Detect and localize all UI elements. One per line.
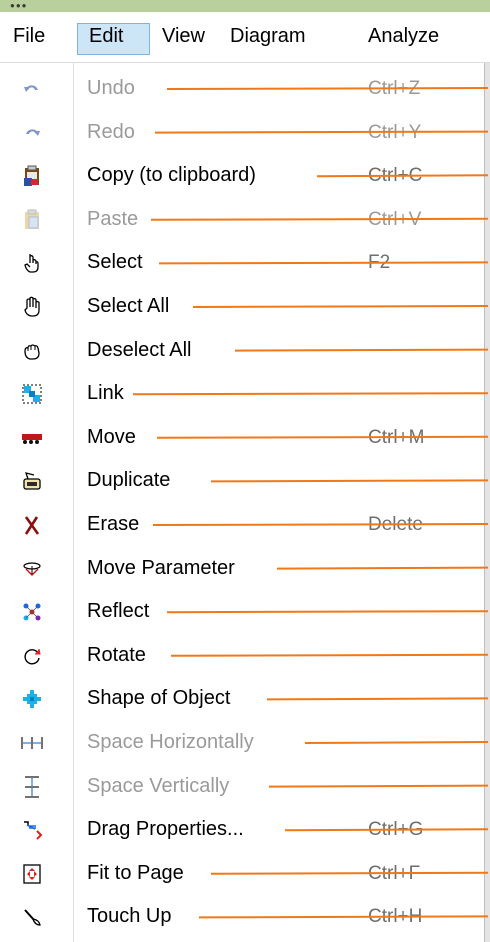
menu-item-label: Rotate <box>87 643 146 666</box>
menu-item-shortcut: Ctrl+Z <box>368 78 421 99</box>
menu-item-shortcut: Ctrl+M <box>368 426 425 448</box>
menu-item-label: Drag Properties... <box>87 818 244 841</box>
menu-item-label: Reflect <box>87 600 150 623</box>
menu-item-deselect-all[interactable]: Deselect All <box>0 329 484 373</box>
window-control-dots: ●●● <box>10 1 28 10</box>
menu-item-rotate[interactable]: Rotate <box>0 634 484 678</box>
menu-item-touch-up[interactable]: Touch Up Ctrl+H <box>0 895 484 939</box>
menu-item-undo[interactable]: Undo Ctrl+Z <box>0 67 484 111</box>
duplicate-icon <box>20 469 44 493</box>
menu-item-label: Select <box>87 251 143 274</box>
menu-item-shape-of-object[interactable]: Shape of Object <box>0 677 484 721</box>
fist-hand-icon <box>20 339 44 363</box>
menu-item-label: Undo <box>87 77 135 99</box>
menu-item-label: Touch Up <box>87 905 172 928</box>
rotate-icon <box>20 644 44 668</box>
menu-diagram[interactable]: Diagram <box>230 25 306 48</box>
space-vertical-icon <box>20 775 44 799</box>
pointing-hand-icon <box>20 251 44 275</box>
space-horizontal-icon <box>20 731 44 755</box>
menu-item-label: Deselect All <box>87 338 192 361</box>
menu-item-move-parameter[interactable]: Move Parameter <box>0 547 484 591</box>
menu-item-label: Copy (to clipboard) <box>87 164 256 187</box>
menu-item-label: Paste <box>87 207 139 230</box>
undo-icon <box>20 77 44 101</box>
menu-item-paste[interactable]: Paste Ctrl+V <box>0 198 484 242</box>
menu-item-shortcut: Ctrl+G <box>368 819 424 841</box>
touch-up-brush-icon <box>20 905 44 929</box>
menu-item-duplicate[interactable]: Duplicate <box>0 459 484 503</box>
menu-item-shortcut: Ctrl+V <box>368 208 422 230</box>
menu-item-label: Select All <box>87 295 170 317</box>
menu-item-select[interactable]: Select F2 <box>0 241 484 285</box>
menu-item-space-horizontally[interactable]: Space Horizontally <box>0 721 484 765</box>
menu-item-shortcut: Ctrl+H <box>368 906 423 928</box>
menu-item-link[interactable]: Link <box>0 372 484 416</box>
move-parameter-icon <box>20 557 44 581</box>
menu-item-shortcut: Delete <box>368 514 423 535</box>
paste-icon <box>20 208 44 232</box>
menu-item-erase[interactable]: Erase Delete <box>0 503 484 547</box>
menu-item-label: Link <box>87 382 124 405</box>
menu-analyze[interactable]: Analyze <box>368 25 439 48</box>
move-truck-icon <box>20 426 44 450</box>
fit-to-page-icon <box>20 862 44 886</box>
menu-item-drag-properties[interactable]: Drag Properties... Ctrl+G <box>0 808 484 852</box>
window-title-strip: ●●● <box>0 0 490 12</box>
menu-item-label: Move Parameter <box>87 556 235 579</box>
open-hand-icon <box>20 295 44 319</box>
link-icon <box>20 382 44 406</box>
menu-item-label: Shape of Object <box>87 687 231 710</box>
reflect-icon <box>20 600 44 624</box>
menu-view[interactable]: View <box>162 25 205 48</box>
menu-item-move[interactable]: Move Ctrl+M <box>0 416 484 460</box>
menu-item-label: Redo <box>87 120 135 143</box>
menu-item-label: Space Horizontally <box>87 731 254 753</box>
drag-properties-icon <box>20 818 44 842</box>
menu-item-label: Move <box>87 425 136 448</box>
menu-item-shortcut: Ctrl+F <box>368 862 421 884</box>
menu-item-fit-to-page[interactable]: Fit to Page Ctrl+F <box>0 852 484 896</box>
menu-right-edge <box>484 63 490 942</box>
menu-item-copy-to-clipboard[interactable]: Copy (to clipboard) Ctrl+C <box>0 154 484 198</box>
menu-item-shortcut: Ctrl+C <box>368 165 423 187</box>
clipboard-copy-icon <box>20 164 44 188</box>
shape-object-icon <box>20 687 44 711</box>
menu-item-space-vertically[interactable]: Space Vertically <box>0 765 484 809</box>
menu-edit[interactable]: Edit <box>89 25 123 48</box>
menu-item-reflect[interactable]: Reflect <box>0 590 484 634</box>
menu-item-label: Duplicate <box>87 469 171 492</box>
menu-item-shortcut: F2 <box>368 252 391 274</box>
menu-item-label: Space Vertically <box>87 774 230 797</box>
menu-bar: File Edit View Diagram Analyze <box>0 12 490 63</box>
menu-item-shortcut: Ctrl+Y <box>368 121 422 143</box>
redo-icon <box>20 121 44 145</box>
menu-item-redo[interactable]: Redo Ctrl+Y <box>0 111 484 155</box>
menu-item-label: Erase <box>87 513 140 535</box>
menu-file[interactable]: File <box>13 25 45 48</box>
erase-x-icon <box>20 513 44 537</box>
menu-item-select-all[interactable]: Select All <box>0 285 484 329</box>
menu-item-label: Fit to Page <box>87 861 184 884</box>
